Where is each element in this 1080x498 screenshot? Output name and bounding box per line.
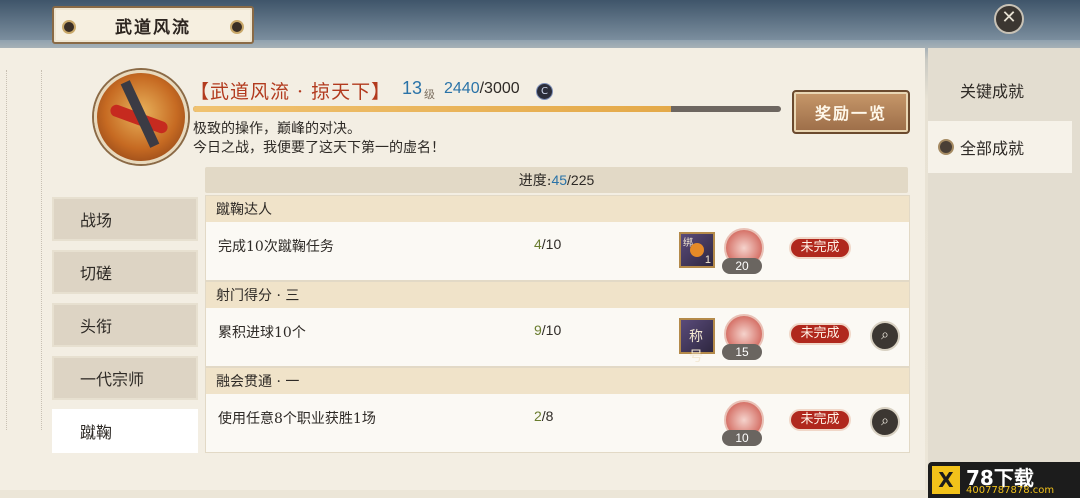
calligraphy-decoration (6, 70, 42, 430)
tab-key-achievements[interactable]: 关键成就 (928, 64, 1072, 116)
watermark-site: 4007787878.com (966, 485, 1055, 496)
achievement-points: 20 (722, 258, 762, 274)
tab-grandmaster[interactable]: 一代宗师 (52, 356, 198, 400)
achievement-points: 10 (722, 430, 762, 446)
watermark-logo: X (932, 466, 960, 494)
window-title: 武道风流 (115, 17, 191, 38)
reward-item-icon[interactable]: 绑 1 (679, 232, 715, 268)
reward-list-button[interactable]: 奖励一览 (792, 90, 910, 134)
status-badge: 未完成 (789, 237, 851, 259)
tab-all-achievements[interactable]: 全部成就 (928, 121, 1072, 173)
currency-icon: C (536, 83, 553, 100)
tab-label: 关键成就 (960, 82, 1025, 101)
achievement-series-title: 【武道风流 · 掠天下】 (190, 81, 392, 103)
window-title-plate: 武道风流 (52, 6, 254, 44)
tab-sparring[interactable]: 切磋 (52, 250, 198, 294)
achievement-name: 融会贯通 · 一 (206, 368, 909, 394)
close-button[interactable]: ✕ (994, 4, 1024, 34)
achievement-progress: 9/10 (534, 322, 562, 338)
ornament-icon (62, 20, 76, 34)
achievement-progress: 2/8 (534, 408, 554, 424)
status-badge: 未完成 (789, 409, 851, 431)
ornament-icon (230, 20, 244, 34)
achievement-name: 射门得分 · 三 (206, 282, 909, 308)
tab-battlefield[interactable]: 战场 (52, 197, 198, 241)
tab-titles[interactable]: 头衔 (52, 303, 198, 347)
achievement-progress: 4/10 (534, 236, 562, 252)
achievement-points: 15 (722, 344, 762, 360)
overall-progress: 进度: 45/225 (205, 167, 908, 193)
tab-label: 全部成就 (960, 139, 1025, 158)
exp-readout: 2440/3000 (444, 80, 520, 97)
search-button[interactable]: ⌕ (870, 321, 900, 351)
site-watermark: X 78下载 4007787878.com (928, 462, 1080, 498)
achievement-description: 累积进球10个 (218, 325, 306, 341)
status-badge: 未完成 (789, 323, 851, 345)
series-description: 极致的操作，巅峰的对决。 今日之战，我便要了这天下第一的虚名！ (193, 121, 445, 156)
close-icon: ✕ (1001, 7, 1017, 28)
search-icon: ⌕ (881, 413, 889, 429)
search-button[interactable]: ⌕ (870, 407, 900, 437)
selected-dot-icon (938, 139, 954, 155)
exp-progress-bar (193, 106, 781, 112)
exp-progress-fill (193, 106, 672, 112)
avatar (94, 70, 188, 164)
achievement-description: 完成10次蹴鞠任务 (218, 239, 334, 255)
achievement-row: 蹴鞠达人 完成10次蹴鞠任务 4/10 绑 1 20 未完成 (205, 195, 910, 281)
achievement-row: 射门得分 · 三 累积进球10个 9/10 称号 15 未完成 ⌕ (205, 281, 910, 367)
achievement-description: 使用任意8个职业获胜1场 (218, 411, 376, 427)
title-reward-icon[interactable]: 称号 (679, 318, 715, 365)
achievement-name: 蹴鞠达人 (206, 196, 909, 222)
achievement-row: 融会贯通 · 一 使用任意8个职业获胜1场 2/8 10 未完成 ⌕ (205, 367, 910, 453)
search-icon: ⌕ (881, 327, 889, 343)
level-number: 13 (402, 78, 423, 98)
right-tab-rail: 关键成就 全部成就 (928, 48, 1080, 490)
level-unit: 级 (424, 88, 435, 101)
tab-cuju[interactable]: 蹴鞠 (52, 409, 198, 453)
